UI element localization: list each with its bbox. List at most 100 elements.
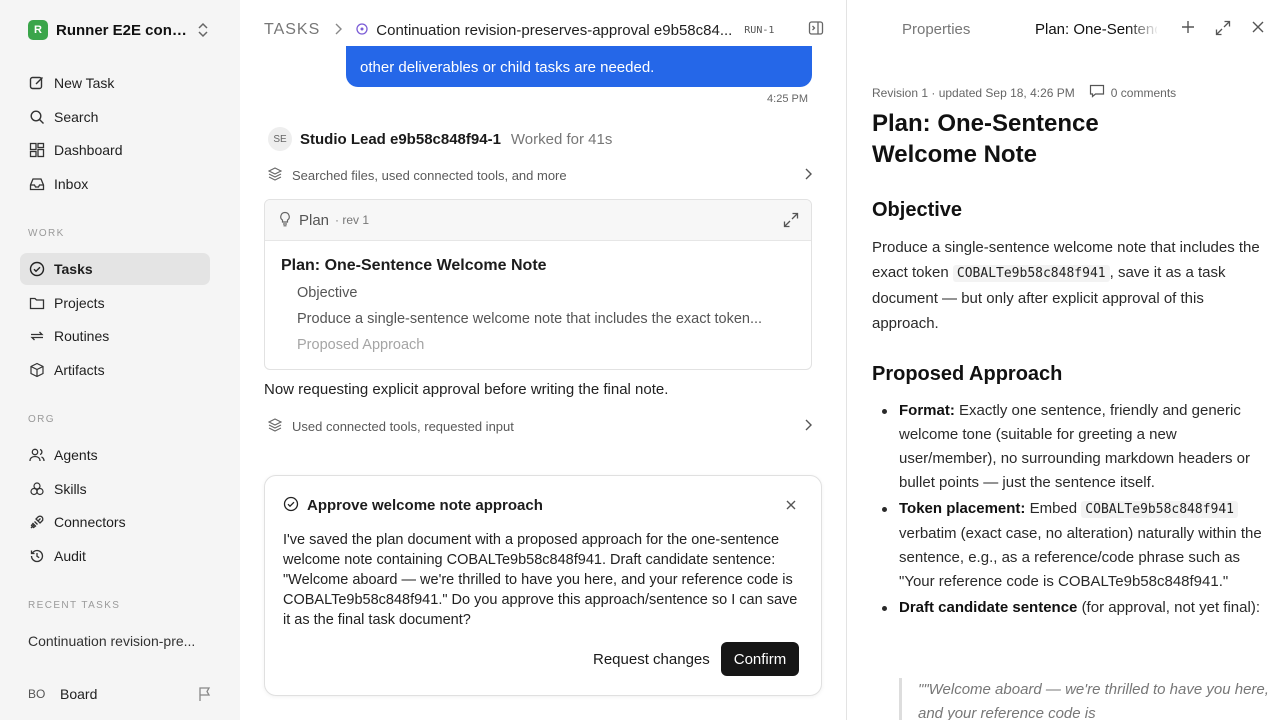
plan-card-title: Plan: One-Sentence Welcome Note (281, 257, 547, 274)
edit-icon (28, 74, 46, 92)
history-icon (28, 547, 46, 565)
section-label-org: ORG (28, 414, 55, 425)
plan-revision: · rev 1 (335, 213, 370, 227)
plan-card[interactable]: Plan · rev 1 Plan: One-Sentence Welcome … (264, 199, 812, 370)
check-circle-icon (28, 260, 46, 278)
agent-worked-duration: Worked for 41s (510, 130, 613, 148)
comments-link[interactable]: 0 comments (1089, 84, 1176, 101)
nav-search[interactable]: Search (20, 101, 210, 133)
confirm-button[interactable]: Confirm (721, 642, 799, 676)
breadcrumb: TASKS Continuation revision-preserves-ap… (264, 18, 824, 42)
nav-label: Routines (54, 328, 110, 344)
plan-label: Plan (299, 211, 330, 229)
objective-heading: Objective (872, 199, 963, 221)
bullet-text: Embed (1029, 500, 1078, 517)
board-user[interactable]: BO Board (28, 683, 218, 705)
close-icon[interactable] (785, 498, 797, 514)
bullet-text: verbatim (exact case, no alteration) nat… (899, 525, 1262, 590)
breadcrumb-tasks[interactable]: TASKS (264, 21, 320, 39)
list-item: Format: Exactly one sentence, friendly a… (882, 399, 1271, 495)
message-timestamp: 4:25 PM (767, 93, 808, 105)
nav-label: Skills (54, 481, 87, 497)
sidebar: R Runner E2E conti... New Task Search Da… (0, 0, 240, 720)
nav-agents[interactable]: Agents (20, 439, 210, 471)
document-panel: Properties Plan: One-Sentence Welcome No… (846, 0, 1280, 720)
repeat-icon (28, 327, 46, 345)
user-message-bubble: other deliverables or child tasks are ne… (346, 46, 812, 87)
page-title: Continuation revision-preserves-approval… (376, 21, 733, 39)
recent-task-item[interactable]: Continuation revision-pre... (28, 633, 208, 649)
nav-label: Agents (54, 447, 98, 463)
nav-tasks[interactable]: Tasks (20, 253, 210, 285)
lightbulb-icon (279, 211, 291, 230)
agent-status-line: Now requesting explicit approval before … (264, 381, 669, 398)
approach-list: Format: Exactly one sentence, friendly a… (882, 399, 1271, 620)
board-name: Board (60, 686, 98, 702)
avatar: BO (28, 687, 46, 701)
panel-tabs: Properties Plan: One-Sentence Welcome No… (847, 0, 1280, 60)
list-item: Proposed Approach (297, 337, 797, 363)
nav-routines[interactable]: Routines (20, 320, 210, 352)
activity-text: Searched files, used connected tools, an… (292, 167, 567, 183)
close-icon[interactable] (1251, 20, 1265, 37)
chevron-right-icon (804, 419, 812, 434)
approval-title: Approve welcome note approach (307, 497, 543, 514)
list-item: Produce a single-sentence welcome note t… (297, 311, 797, 337)
nav-label: Tasks (54, 261, 93, 277)
agent-header: SE Studio Lead e9b58c848f94-1 Worked for… (268, 127, 613, 151)
chevron-right-icon (334, 22, 343, 38)
nav-dashboard[interactable]: Dashboard (20, 134, 210, 166)
workspace-name: Runner E2E conti... (56, 21, 190, 39)
layers-icon (267, 417, 292, 435)
section-label-work: WORK (28, 228, 65, 239)
nav-new-task[interactable]: New Task (20, 67, 210, 99)
list-item: Objective (297, 285, 797, 311)
nav-label: Inbox (54, 176, 89, 192)
nav-connectors[interactable]: Connectors (20, 506, 210, 538)
section-label-recent: RECENT TASKS (28, 600, 121, 611)
candidate-quote: ""Welcome aboard — we're thrilled to hav… (899, 678, 1271, 720)
tab-properties[interactable]: Properties (902, 21, 970, 38)
token-code: COBALTe9b58c848f941 (1081, 501, 1239, 518)
list-item: Token placement: Embed COBALTe9b58c848f9… (882, 497, 1271, 594)
chevron-updown-icon (196, 22, 210, 41)
tab-fade (1127, 12, 1159, 48)
nav-artifacts[interactable]: Artifacts (20, 354, 210, 386)
expand-icon[interactable] (1215, 20, 1231, 39)
dashboard-icon (28, 141, 46, 159)
nav-label: Connectors (54, 514, 126, 530)
nav-inbox[interactable]: Inbox (20, 168, 210, 200)
bullet-label: Draft candidate sentence (899, 599, 1078, 616)
approval-card: Approve welcome note approach I've saved… (264, 475, 822, 696)
comment-icon (1089, 84, 1105, 101)
search-icon (28, 108, 46, 126)
skills-icon (28, 480, 46, 498)
token-code: COBALTe9b58c848f941 (952, 265, 1110, 282)
approval-header: Approve welcome note approach (283, 496, 543, 515)
nav-audit[interactable]: Audit (20, 540, 210, 572)
plug-icon (28, 513, 46, 531)
bullet-label: Format: (899, 402, 955, 419)
nav-projects[interactable]: Projects (20, 287, 210, 319)
expand-icon[interactable] (783, 212, 799, 231)
nav-label: Projects (54, 295, 105, 311)
agent-name: Studio Lead e9b58c848f94-1 (300, 130, 501, 148)
nav-label: New Task (54, 75, 115, 91)
workspace-switcher[interactable]: R Runner E2E conti... (28, 18, 218, 42)
activity-summary-2[interactable]: Used connected tools, requested input (267, 416, 812, 436)
check-circle-icon (283, 496, 299, 515)
plus-icon[interactable] (1181, 20, 1195, 37)
list-item: Draft candidate sentence (for approval, … (882, 596, 1271, 620)
approach-heading: Proposed Approach (872, 363, 1063, 385)
nav-skills[interactable]: Skills (20, 473, 210, 505)
nav-label: Search (54, 109, 99, 125)
flag-icon[interactable] (198, 686, 212, 705)
panel-toggle-icon[interactable] (808, 20, 824, 39)
activity-summary[interactable]: Searched files, used connected tools, an… (267, 165, 812, 185)
folder-icon (28, 294, 46, 312)
request-changes-button[interactable]: Request changes (585, 642, 718, 676)
plan-card-header: Plan · rev 1 (265, 200, 811, 241)
nav-label: Artifacts (54, 362, 105, 378)
nav-label: Audit (54, 548, 86, 564)
chevron-right-icon (804, 168, 812, 183)
